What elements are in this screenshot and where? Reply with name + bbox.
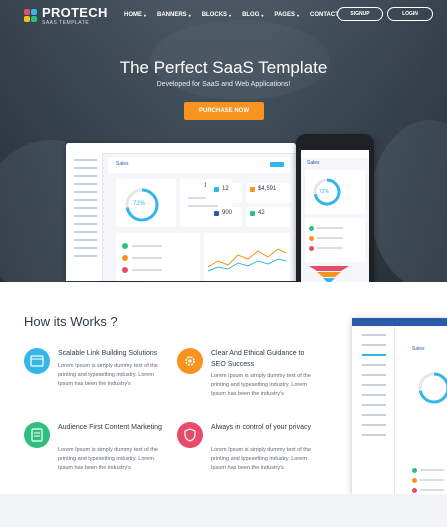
phone-screenshot: Sales 72% — [296, 134, 374, 282]
feature-text: Lorem Ipsum is simply dummy text of the … — [58, 363, 158, 387]
phone-donut-chart — [313, 178, 341, 206]
nav-label: CONTACT — [310, 12, 339, 18]
next-section-band — [0, 494, 447, 527]
main-nav: HOME ▾ BANNERS ▾ BLOCKS ▾ BLOG ▾ PAGES ▾ CONT… — [124, 12, 350, 18]
preview-donut-chart — [418, 372, 447, 404]
signup-button[interactable]: SIGNUP — [337, 7, 383, 21]
chevron-down-icon: ▾ — [229, 12, 232, 18]
nav-label: BLOG — [242, 12, 260, 18]
hero-subtitle: Developed for SaaS and Web Applications! — [156, 81, 291, 88]
stat-card: $4,591 — [246, 183, 290, 203]
section-title: How its Works ? — [24, 314, 118, 329]
feature-title: Audience First Content Marketing — [58, 424, 162, 431]
feature-text: Lorem Ipsum is simply dummy text of the … — [211, 447, 311, 471]
feature-text: Lorem Ipsum is simply dummy text of the … — [58, 447, 158, 471]
donut-chart — [125, 188, 159, 222]
chevron-down-icon: ▾ — [296, 12, 299, 18]
preview-topbar — [352, 318, 447, 326]
dashboard-header: Sales — [116, 161, 129, 167]
nav-item-pages[interactable]: PAGES ▾ — [274, 12, 299, 18]
preview-sidebar — [352, 326, 395, 494]
dashboard-sidebar — [66, 153, 103, 281]
browser-icon — [24, 348, 50, 374]
gear-icon — [177, 348, 203, 374]
chevron-down-icon: ▾ — [144, 12, 147, 18]
nav-item-banners[interactable]: BANNERS ▾ — [157, 12, 191, 18]
document-icon — [24, 422, 50, 448]
preview-header: Sales — [412, 346, 425, 352]
nav-item-contact[interactable]: CONTACT — [310, 12, 339, 18]
hero-title: The Perfect SaaS Template — [119, 58, 328, 77]
nav-label: BANNERS — [157, 12, 187, 18]
nav-label: PAGES — [274, 12, 295, 18]
feature-title: Scalable Link Building Solutions — [58, 350, 158, 357]
phone-chart-card: 72% — [305, 170, 365, 214]
chevron-down-icon: ▾ — [261, 12, 264, 18]
stat-value: 12 — [222, 186, 229, 192]
phone-screen: Sales 72% — [301, 150, 369, 282]
stat-value: 42 — [258, 210, 265, 216]
stat-card: 900 — [206, 207, 242, 227]
stat-value: 900 — [222, 210, 233, 216]
phone-list-card — [305, 218, 365, 262]
nav-item-blocks[interactable]: BLOCKS ▾ — [202, 12, 231, 18]
stat-card: 12 — [206, 183, 242, 203]
nav-item-blog[interactable]: BLOG ▾ — [242, 12, 263, 18]
brand-name: PROTECH — [42, 5, 108, 20]
brand-tagline: SAAS TEMPLATE — [42, 20, 90, 26]
shield-icon — [177, 422, 203, 448]
dashboard-chart-card: 72% — [116, 179, 176, 227]
phone-header: Sales — [307, 160, 320, 166]
nav-label: HOME — [124, 12, 142, 18]
brand-logo[interactable]: PROTECH SAAS TEMPLATE — [24, 6, 108, 26]
donut-value: 72% — [133, 201, 146, 207]
feature-title: Always in control of your privacy — [211, 424, 311, 431]
feature-text: Lorem Ipsum is simply dummy text of the … — [211, 373, 311, 397]
nav-label: BLOCKS — [201, 12, 228, 18]
login-button[interactable]: LOGIN — [387, 7, 433, 21]
chevron-down-icon: ▾ — [188, 12, 191, 18]
dashboard-button — [270, 162, 284, 167]
stat-value: $4,591 — [258, 186, 277, 192]
contacts-card — [116, 233, 200, 281]
purchase-now-button[interactable]: PURCHASE NOW — [184, 102, 264, 120]
hero-section: PROTECH SAAS TEMPLATE HOME ▾ BANNERS ▾ BLO… — [0, 0, 447, 282]
feature-title: Clear And Ethical Guidance to SEO Succes… — [211, 350, 305, 368]
line-chart-card — [204, 233, 290, 281]
dashboard-preview: Sales — [352, 318, 447, 494]
stat-card: 42 — [246, 207, 290, 227]
dashboard-screenshot: Sales 72% 1 12 $4,591 900 — [66, 143, 296, 281]
nav-item-home[interactable]: HOME ▾ — [124, 12, 146, 18]
logo-mark-icon — [24, 9, 38, 23]
funnel-chart — [309, 266, 349, 282]
phone-donut-value: 72% — [319, 189, 330, 195]
line-chart — [207, 248, 287, 272]
dashboard-header-card: Sales — [108, 157, 290, 173]
